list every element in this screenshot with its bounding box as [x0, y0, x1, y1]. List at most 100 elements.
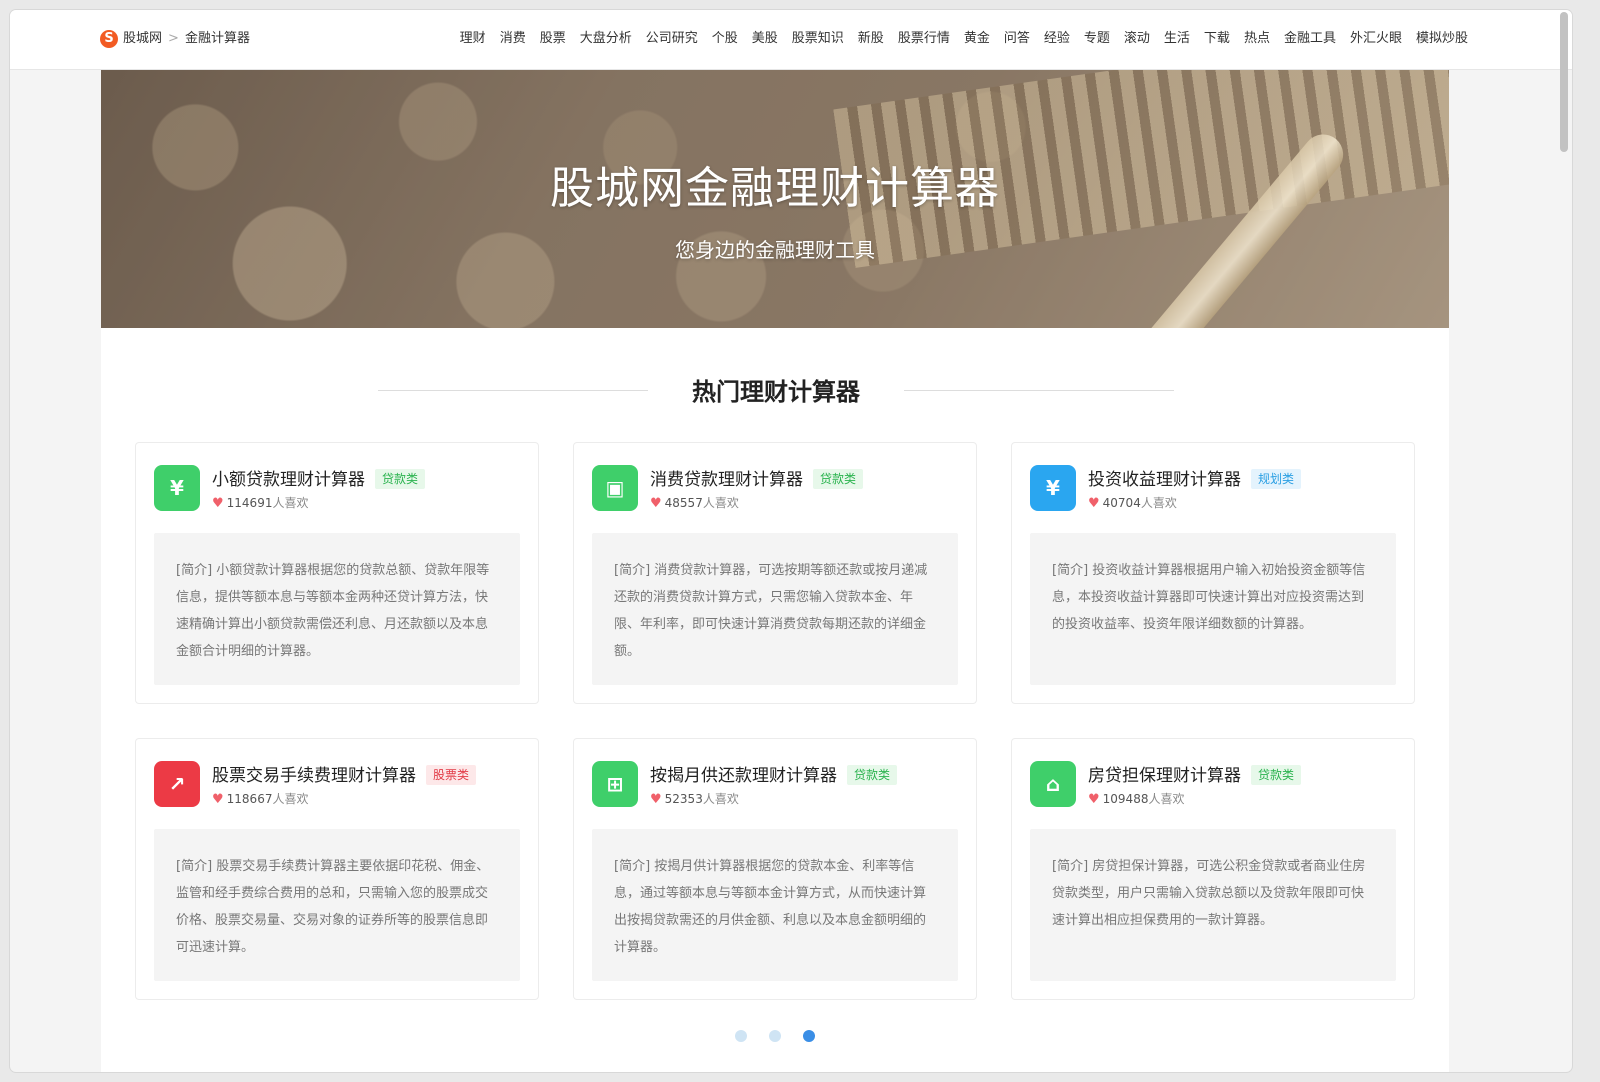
mortgage-icon: ⊞ — [592, 761, 638, 807]
category-tag: 规划类 — [1251, 469, 1302, 489]
category-tag: 股票类 — [426, 765, 477, 785]
pagination-dot[interactable] — [769, 1030, 781, 1042]
likes-count: ♥ 109488人喜欢 — [1088, 791, 1184, 808]
page-scrollbar[interactable] — [1560, 12, 1568, 152]
category-tag: 贷款类 — [1251, 765, 1302, 785]
top-navigation: S 股城网 > 金融计算器 理财 消费 股票 大盘分析 公司研究 个股 美股 股… — [10, 10, 1572, 70]
card-title-text: 房贷担保理财计算器 — [1088, 766, 1241, 786]
shopping-bag-icon: ▣ — [592, 465, 638, 511]
nav-item[interactable]: 金融工具 — [1284, 30, 1336, 48]
card-title[interactable]: 按揭月供还款理财计算器 贷款类 — [650, 765, 898, 787]
heart-icon: ♥ — [650, 496, 662, 511]
nav-item[interactable]: 新股 — [858, 30, 884, 48]
card-title[interactable]: 股票交易手续费理财计算器 股票类 — [212, 765, 477, 787]
nav-item[interactable]: 热点 — [1244, 30, 1270, 48]
card-title-text: 投资收益理财计算器 — [1088, 470, 1241, 490]
likes-number: 118667 — [226, 792, 273, 806]
card-title-text: 股票交易手续费理财计算器 — [212, 766, 416, 786]
heart-icon: ♥ — [650, 792, 662, 807]
card-description: [简介] 消费贷款计算器，可选按期等额还款或按月递减还款的消费贷款计算方式，只需… — [592, 533, 958, 685]
card-title[interactable]: 房贷担保理财计算器 贷款类 — [1088, 765, 1302, 787]
hero-banner: 股城网金融理财计算器 您身边的金融理财工具 — [101, 70, 1449, 328]
house-loan-icon: ⌂ — [1030, 761, 1076, 807]
banner-subtitle: 您身边的金融理财工具 — [675, 238, 875, 262]
card-title-text: 按揭月供还款理财计算器 — [650, 766, 837, 786]
likes-number: 48557 — [664, 496, 703, 510]
nav-item[interactable]: 滚动 — [1124, 30, 1150, 48]
nav-item[interactable]: 消费 — [500, 30, 526, 48]
nav-item[interactable]: 问答 — [1004, 30, 1030, 48]
nav-item[interactable]: 外汇火眼 — [1350, 30, 1402, 48]
calculator-card[interactable]: ¥ 小额贷款理财计算器 贷款类 ♥ 114691人喜欢 [简介] 小额贷款计算器根据您的贷… — [135, 442, 539, 704]
nav-item[interactable]: 大盘分析 — [580, 30, 632, 48]
likes-suffix: 人喜欢 — [272, 792, 309, 806]
likes-number: 40704 — [1102, 496, 1141, 510]
calculators-section: 热门理财计算器 ¥ 小额贷款理财计算器 贷款类 ♥ 114691人喜欢 [简介] 小额贷款… — [101, 328, 1449, 1072]
stock-chart-icon: ↗ — [154, 761, 200, 807]
likes-suffix: 人喜欢 — [702, 792, 739, 806]
nav-item[interactable]: 模拟炒股 — [1416, 30, 1468, 48]
section-divider-left — [378, 390, 648, 391]
calculator-card[interactable]: ¥ 投资收益理财计算器 规划类 ♥ 40704人喜欢 [简介] 投资收益计算器根据用户输入… — [1011, 442, 1415, 704]
likes-number: 109488 — [1102, 792, 1149, 806]
likes-suffix: 人喜欢 — [272, 496, 309, 510]
breadcrumb-separator: > — [168, 31, 179, 46]
nav-item[interactable]: 下载 — [1204, 30, 1230, 48]
pagination-dot[interactable] — [803, 1030, 815, 1042]
nav-item[interactable]: 生活 — [1164, 30, 1190, 48]
heart-icon: ♥ — [212, 496, 224, 511]
carousel-pagination — [101, 1030, 1449, 1042]
breadcrumb-current-page[interactable]: 金融计算器 — [185, 30, 250, 48]
breadcrumb-site-link[interactable]: 股城网 — [123, 30, 162, 48]
card-title[interactable]: 消费贷款理财计算器 贷款类 — [650, 469, 864, 491]
likes-count: ♥ 118667人喜欢 — [212, 791, 308, 808]
heart-icon: ♥ — [1088, 496, 1100, 511]
likes-number: 114691 — [226, 496, 273, 510]
calculator-card[interactable]: ⊞ 按揭月供还款理财计算器 贷款类 ♥ 52353人喜欢 [简介] 按揭月供计算器根据您的… — [573, 738, 977, 1000]
likes-suffix: 人喜欢 — [1148, 792, 1185, 806]
calculator-card[interactable]: ↗ 股票交易手续费理财计算器 股票类 ♥ 118667人喜欢 [简介] 股票交易手续费计算… — [135, 738, 539, 1000]
nav-item[interactable]: 美股 — [752, 30, 778, 48]
nav-item[interactable]: 个股 — [712, 30, 738, 48]
browser-window: S 股城网 > 金融计算器 理财 消费 股票 大盘分析 公司研究 个股 美股 股… — [10, 10, 1572, 1072]
nav-item[interactable]: 股票行情 — [898, 30, 950, 48]
site-logo-icon[interactable]: S — [100, 30, 118, 48]
section-title: 热门理财计算器 — [692, 378, 860, 406]
heart-icon: ♥ — [212, 792, 224, 807]
nav-item[interactable]: 股票 — [540, 30, 566, 48]
likes-suffix: 人喜欢 — [702, 496, 739, 510]
nav-item[interactable]: 黄金 — [964, 30, 990, 48]
likes-number: 52353 — [664, 792, 703, 806]
category-tag: 贷款类 — [847, 765, 898, 785]
likes-suffix: 人喜欢 — [1140, 496, 1177, 510]
card-title-text: 小额贷款理财计算器 — [212, 470, 365, 490]
card-description: [简介] 股票交易手续费计算器主要依据印花税、佣金、监管和经手费综合费用的总和，… — [154, 829, 520, 981]
category-tag: 贷款类 — [375, 469, 426, 489]
nav-item[interactable]: 公司研究 — [646, 30, 698, 48]
heart-icon: ♥ — [1088, 792, 1100, 807]
yen-coin-icon: ¥ — [154, 465, 200, 511]
nav-item[interactable]: 经验 — [1044, 30, 1070, 48]
card-title[interactable]: 小额贷款理财计算器 贷款类 — [212, 469, 426, 491]
pagination-dot[interactable] — [735, 1030, 747, 1042]
main-nav: 理财 消费 股票 大盘分析 公司研究 个股 美股 股票知识 新股 股票行情 黄金… — [446, 30, 1468, 48]
card-title[interactable]: 投资收益理财计算器 规划类 — [1088, 469, 1302, 491]
card-description: [简介] 按揭月供计算器根据您的贷款本金、利率等信息，通过等额本息与等额本金计算… — [592, 829, 958, 981]
nav-item[interactable]: 股票知识 — [792, 30, 844, 48]
likes-count: ♥ 52353人喜欢 — [650, 791, 739, 808]
section-divider-right — [904, 390, 1174, 391]
nav-item[interactable]: 理财 — [460, 30, 486, 48]
nav-item[interactable]: 专题 — [1084, 30, 1110, 48]
likes-count: ♥ 40704人喜欢 — [1088, 495, 1177, 512]
card-description: [简介] 投资收益计算器根据用户输入初始投资金额等信息，本投资收益计算器即可快速… — [1030, 533, 1396, 685]
hexagon-yen-icon: ¥ — [1030, 465, 1076, 511]
likes-count: ♥ 114691人喜欢 — [212, 495, 308, 512]
calculator-card[interactable]: ▣ 消费贷款理财计算器 贷款类 ♥ 48557人喜欢 [简介] 消费贷款计算器，可选按期等… — [573, 442, 977, 704]
category-tag: 贷款类 — [813, 469, 864, 489]
card-description: [简介] 小额贷款计算器根据您的贷款总额、贷款年限等信息，提供等额本息与等额本金… — [154, 533, 520, 685]
calculator-card[interactable]: ⌂ 房贷担保理财计算器 贷款类 ♥ 109488人喜欢 [简介] 房贷担保计算器，可选公积… — [1011, 738, 1415, 1000]
card-description: [简介] 房贷担保计算器，可选公积金贷款或者商业住房贷款类型，用户只需输入贷款总… — [1030, 829, 1396, 981]
likes-count: ♥ 48557人喜欢 — [650, 495, 739, 512]
banner-title: 股城网金融理财计算器 — [550, 163, 1000, 214]
card-title-text: 消费贷款理财计算器 — [650, 470, 803, 490]
